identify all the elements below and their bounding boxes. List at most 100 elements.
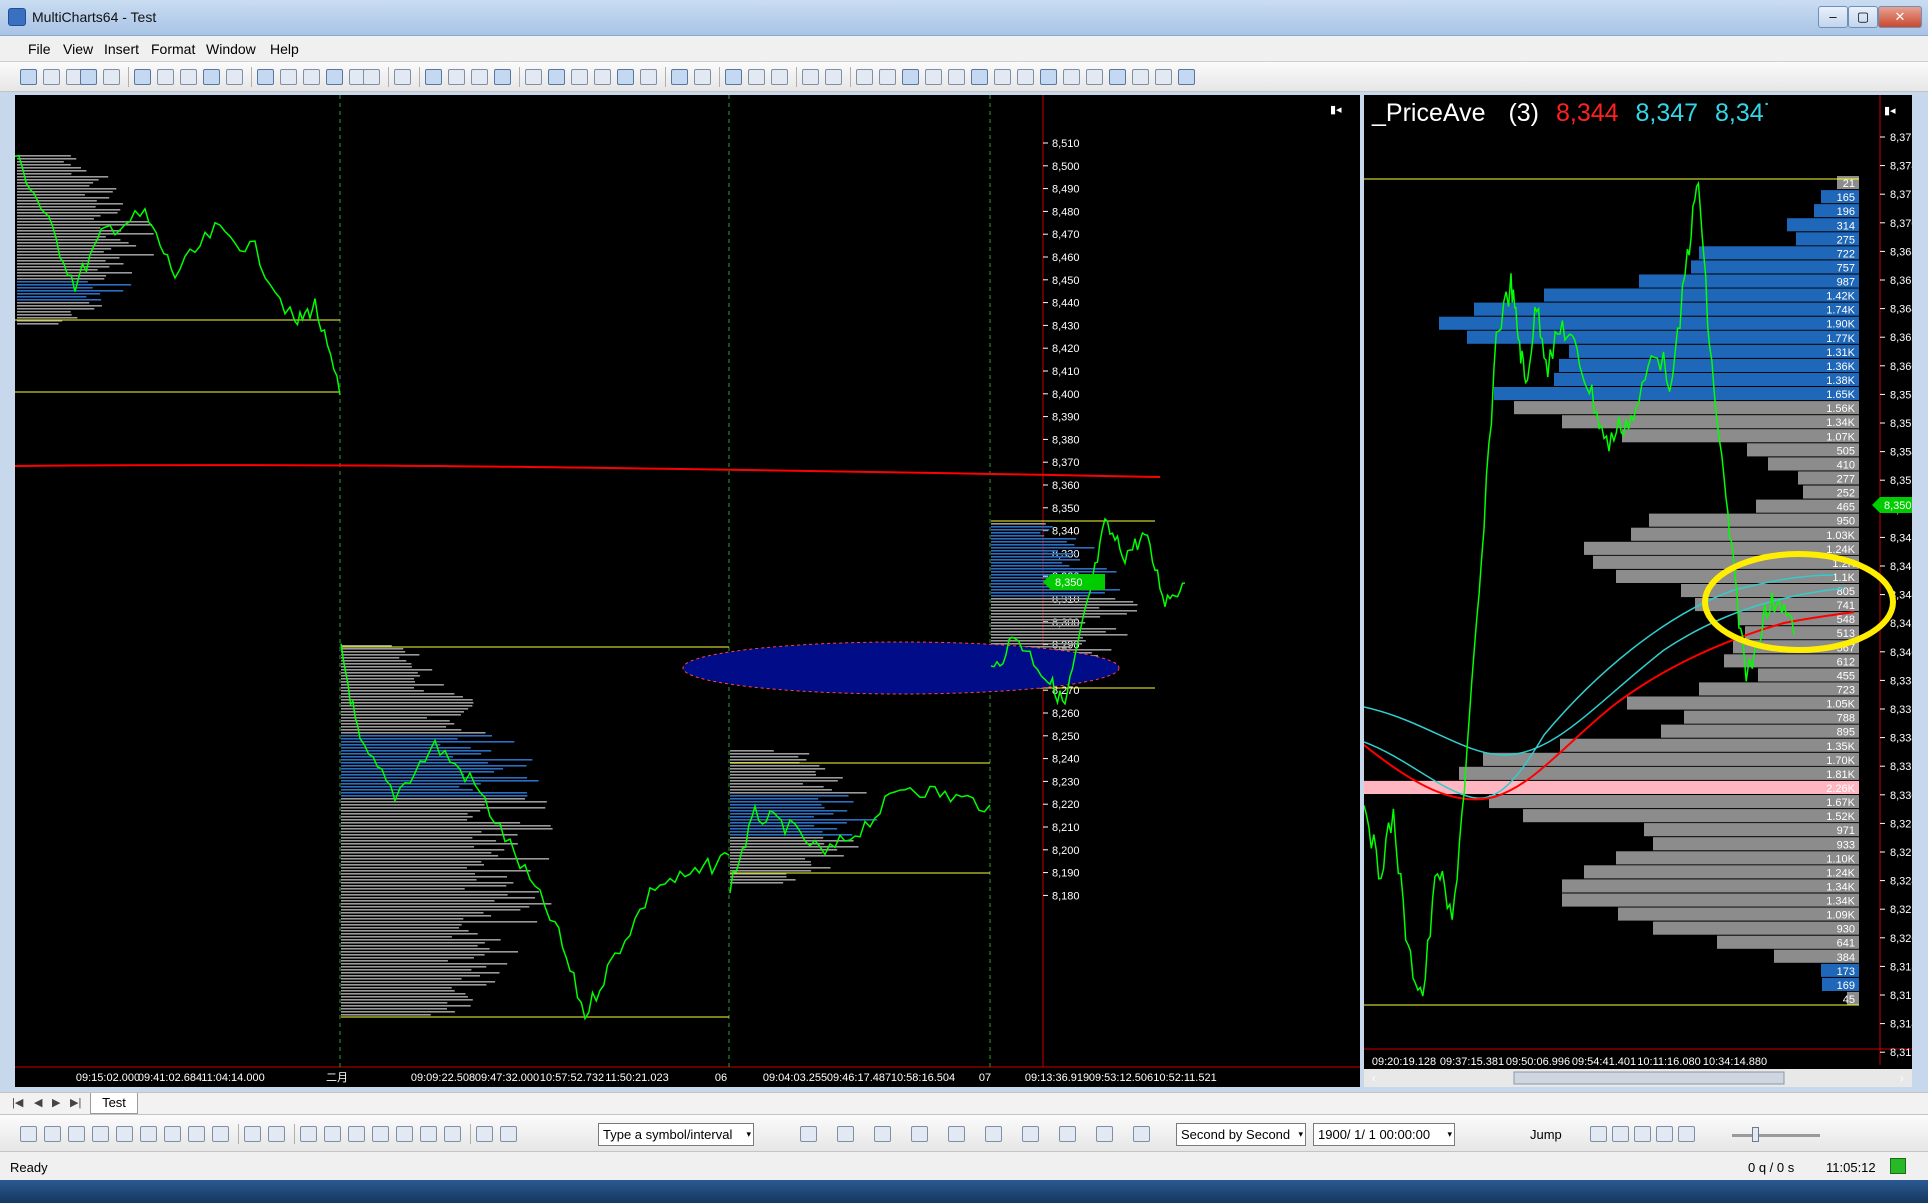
left-chart-canvas[interactable]: 8,510 8,500 8,490 8,480 8,470 8,460 8,450 8,440… [15, 95, 1360, 1087]
vertical-line-icon[interactable] [68, 1126, 85, 1142]
gann-icon[interactable] [140, 1126, 157, 1142]
check-icon[interactable] [494, 69, 511, 85]
cross-icon[interactable] [694, 69, 711, 85]
indicator-icon[interactable] [363, 69, 380, 85]
fib-fan-icon[interactable] [188, 1126, 205, 1142]
play-end-icon[interactable] [1678, 1126, 1695, 1142]
menu-help[interactable]: Help [270, 41, 299, 57]
cursor-icon[interactable] [425, 69, 442, 85]
minimize-button[interactable]: – [1818, 6, 1848, 28]
order-entry-icon[interactable] [771, 69, 788, 85]
right-chart-window[interactable]: 8,376 8,374 8,372 8,370 8,368 8,366 8,364 8,362… [1364, 95, 1912, 1087]
rewind-icon[interactable] [1132, 69, 1149, 85]
alert-icon[interactable] [948, 1126, 965, 1142]
cloud-icon[interactable] [1096, 1126, 1113, 1142]
tab-nav-last-icon[interactable]: ▶| [70, 1096, 81, 1109]
open-icon[interactable] [43, 69, 60, 85]
chevron-down-icon[interactable]: ▾ [1298, 1124, 1303, 1145]
jump-button[interactable]: Jump [1530, 1127, 1562, 1142]
chart-style-icon[interactable] [800, 1126, 817, 1142]
eraser-icon[interactable] [500, 1126, 517, 1142]
bar-spacing-icon[interactable] [994, 69, 1011, 85]
log-icon[interactable] [1059, 1126, 1076, 1142]
speed-slider-thumb[interactable] [1752, 1127, 1759, 1142]
print-icon[interactable] [394, 69, 411, 85]
pencil-icon[interactable] [244, 1126, 261, 1142]
hand-icon[interactable] [1178, 69, 1195, 85]
save-all-icon[interactable] [103, 69, 120, 85]
grid-icon[interactable] [825, 69, 842, 85]
right-chart-canvas[interactable]: 8,376 8,374 8,372 8,370 8,368 8,366 8,364 8,362… [1364, 95, 1912, 1087]
tick-icon[interactable] [1017, 69, 1034, 85]
new-chart-icon[interactable] [134, 69, 151, 85]
crosshair-icon[interactable] [448, 69, 465, 85]
pointer-icon[interactable] [671, 69, 688, 85]
chart-trading-icon[interactable] [725, 69, 742, 85]
menu-file[interactable]: File [28, 41, 51, 57]
arrow-icon[interactable] [971, 69, 988, 85]
save-icon[interactable] [80, 69, 97, 85]
andrews-pitchfork-icon[interactable] [116, 1126, 133, 1142]
histogram-icon[interactable] [617, 69, 634, 85]
maximize-button[interactable]: ▢ [1848, 6, 1878, 28]
bar-type-icon[interactable] [837, 1126, 854, 1142]
trendline-icon[interactable] [20, 1126, 37, 1142]
step-left-icon[interactable] [856, 69, 873, 85]
horizontal-scrollbar[interactable]: ‹ › [1364, 1069, 1912, 1087]
format-drawing-icon[interactable] [303, 69, 320, 85]
price-scale-icon[interactable] [874, 1126, 891, 1142]
new-workspace-icon[interactable] [20, 69, 37, 85]
scrollbar-thumb[interactable] [1513, 1071, 1785, 1085]
menu-format[interactable]: Format [151, 41, 195, 57]
playback-icon[interactable] [985, 1126, 1002, 1142]
calendar-icon[interactable]: ▾ [1447, 1124, 1452, 1145]
speed-slider-track[interactable] [1732, 1134, 1820, 1137]
renko-icon[interactable] [640, 69, 657, 85]
text-icon[interactable] [324, 1126, 341, 1142]
new-order-icon[interactable] [203, 69, 220, 85]
menu-insert[interactable]: Insert [104, 41, 139, 57]
chevron-down-icon[interactable]: ▾ [746, 1124, 751, 1145]
ellipse-icon[interactable] [372, 1126, 389, 1142]
format-study-icon[interactable] [280, 69, 297, 85]
ray-icon[interactable] [44, 1126, 61, 1142]
dom-icon[interactable] [748, 69, 765, 85]
window-icon[interactable] [1133, 1126, 1150, 1142]
datetime-picker[interactable]: 1900/ 1/ 1 00:00:00 ▾ [1313, 1123, 1455, 1146]
menu-view[interactable]: View [63, 41, 93, 57]
step-back-icon[interactable] [1590, 1126, 1607, 1142]
play-icon[interactable] [1634, 1126, 1651, 1142]
grid-icon[interactable] [268, 1126, 285, 1142]
candle-icon[interactable] [548, 69, 565, 85]
text-box-icon[interactable] [300, 1126, 317, 1142]
arrow-up-icon[interactable] [444, 1126, 461, 1142]
bar-chart-icon[interactable] [525, 69, 542, 85]
marker-icon[interactable] [948, 69, 965, 85]
arc-icon[interactable] [396, 1126, 413, 1142]
tab-nav-first-icon[interactable]: |◀ [12, 1096, 23, 1109]
zoom-in-icon[interactable] [1040, 69, 1057, 85]
fib-speed-icon[interactable] [212, 1126, 229, 1142]
tab-nav-next-icon[interactable]: ▶ [52, 1096, 60, 1109]
scale-icon[interactable] [925, 69, 942, 85]
close-button[interactable]: ✕ [1878, 6, 1922, 28]
zoom-out-icon[interactable] [1063, 69, 1080, 85]
tab-nav-prev-icon[interactable]: ◀ [34, 1096, 42, 1109]
study-icon[interactable] [471, 69, 488, 85]
back-icon[interactable] [1612, 1126, 1629, 1142]
new-dom-icon[interactable] [180, 69, 197, 85]
magnifier-icon[interactable] [1155, 69, 1172, 85]
resolution-select[interactable]: Second by Second ▾ [1176, 1123, 1306, 1146]
point-figure-icon[interactable] [594, 69, 611, 85]
left-chart-window[interactable]: 8,510 8,500 8,490 8,480 8,470 8,460 8,450 8,440… [15, 95, 1360, 1087]
replay-icon[interactable] [1086, 69, 1103, 85]
forward-icon[interactable] [1109, 69, 1126, 85]
line-chart-icon[interactable] [571, 69, 588, 85]
add-study-icon[interactable] [911, 1126, 928, 1142]
new-portfolio-icon[interactable] [226, 69, 243, 85]
arrow-down-icon[interactable] [420, 1126, 437, 1142]
magnet-icon[interactable] [476, 1126, 493, 1142]
strategy-icon[interactable] [1022, 1126, 1039, 1142]
step-forward-icon[interactable] [1656, 1126, 1673, 1142]
step-right-icon[interactable] [879, 69, 896, 85]
